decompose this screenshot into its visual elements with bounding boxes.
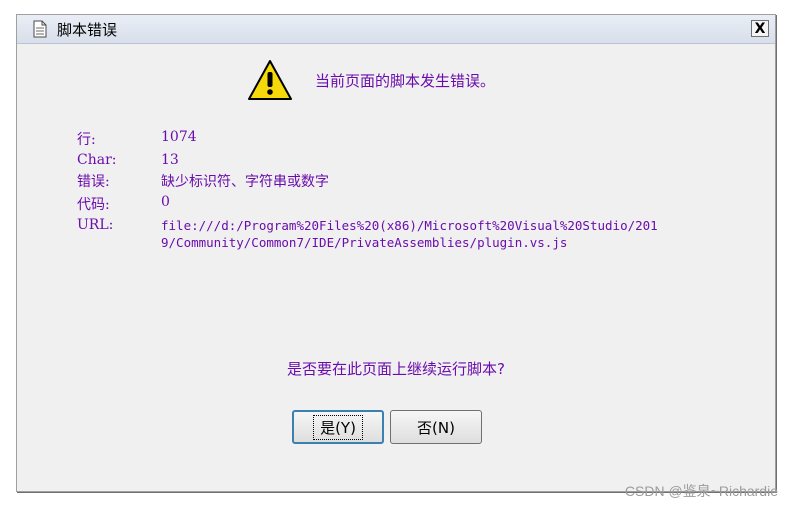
continue-question: 是否要在此页面上继续运行脚本? xyxy=(287,360,505,378)
error-message: 当前页面的脚本发生错误。 xyxy=(315,71,496,90)
char-label: Char: xyxy=(77,152,117,168)
detail-row-char: Char: 13 xyxy=(77,152,661,168)
document-icon xyxy=(33,20,47,38)
char-value: 13 xyxy=(161,152,179,168)
script-error-dialog: 脚本错误 X 当前页面的脚本发生错误。 行: 1074 Char: 13 错误:… xyxy=(16,14,776,492)
line-label: 行: xyxy=(77,132,96,148)
code-value: 0 xyxy=(161,194,170,210)
no-button[interactable]: 否(N) xyxy=(390,410,482,444)
error-label: 错误: xyxy=(77,174,110,190)
window-title: 脚本错误 xyxy=(57,20,118,39)
watermark: CSDN @鉴泉~Richardie xyxy=(624,483,778,499)
warning-icon xyxy=(248,60,292,100)
detail-row-code: 代码: 0 xyxy=(77,194,661,214)
detail-row-url: URL: file:///d:/Program%20Files%20(x86)/… xyxy=(77,217,661,251)
yes-button[interactable]: 是(Y) xyxy=(292,410,384,444)
line-value: 1074 xyxy=(161,129,197,145)
error-details: 行: 1074 Char: 13 错误: 缺少标识符、字符串或数字 代码: 0 … xyxy=(77,129,661,254)
yes-button-label: 是(Y) xyxy=(313,414,363,440)
detail-row-line: 行: 1074 xyxy=(77,129,661,149)
url-label: URL: xyxy=(77,217,114,233)
url-value: file:///d:/Program%20Files%20(x86)/Micro… xyxy=(161,218,658,250)
no-button-label: 否(N) xyxy=(417,418,455,437)
error-header: 当前页面的脚本发生错误。 xyxy=(247,59,495,101)
button-row: 是(Y) 否(N) xyxy=(292,410,482,444)
code-label: 代码: xyxy=(77,197,110,213)
close-button[interactable]: X xyxy=(751,20,769,37)
detail-row-error: 错误: 缺少标识符、字符串或数字 xyxy=(77,171,661,191)
error-value: 缺少标识符、字符串或数字 xyxy=(161,174,329,190)
title-bar: 脚本错误 X xyxy=(17,15,775,44)
